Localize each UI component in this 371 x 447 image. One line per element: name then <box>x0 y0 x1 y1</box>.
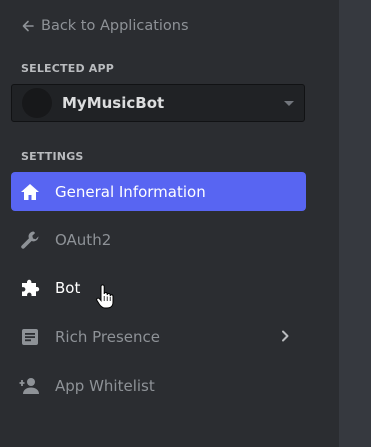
nav-item-label: General Information <box>55 182 206 201</box>
chevron-down-icon <box>284 101 294 106</box>
document-icon <box>19 326 41 348</box>
hand-cursor-icon <box>96 284 114 309</box>
wrench-icon <box>19 229 41 251</box>
nav-item-label: Bot <box>55 278 81 297</box>
nav-item-label: OAuth2 <box>55 230 112 249</box>
sidebar: Back to Applications SELECTED APP MyMusi… <box>0 0 322 447</box>
nav-item-label: Rich Presence <box>55 327 160 346</box>
nav-item-rich-presence[interactable]: Rich Presence <box>11 317 306 356</box>
home-icon <box>19 181 41 203</box>
sidebar-edge <box>322 0 339 447</box>
nav-item-general-information[interactable]: General Information <box>11 172 306 211</box>
main-content-area <box>339 0 371 447</box>
app-avatar <box>22 88 52 118</box>
app-selector-dropdown[interactable]: MyMusicBot <box>11 84 305 122</box>
puzzle-icon <box>19 277 41 299</box>
developer-portal: Back to Applications SELECTED APP MyMusi… <box>0 0 371 447</box>
app-name: MyMusicBot <box>62 94 165 112</box>
selected-app-heading: SELECTED APP <box>21 62 115 75</box>
settings-heading: SETTINGS <box>21 150 84 163</box>
chevron-right-icon <box>278 329 292 343</box>
nav-item-label: App Whitelist <box>55 376 155 395</box>
nav-item-bot[interactable]: Bot <box>11 268 306 307</box>
back-link-label: Back to Applications <box>41 18 189 34</box>
nav-item-oauth2[interactable]: OAuth2 <box>11 220 306 259</box>
back-to-applications-link[interactable]: Back to Applications <box>21 16 189 36</box>
arrow-left-icon <box>21 19 35 33</box>
person-add-icon <box>19 375 41 397</box>
nav-item-app-whitelist[interactable]: App Whitelist <box>11 366 306 405</box>
